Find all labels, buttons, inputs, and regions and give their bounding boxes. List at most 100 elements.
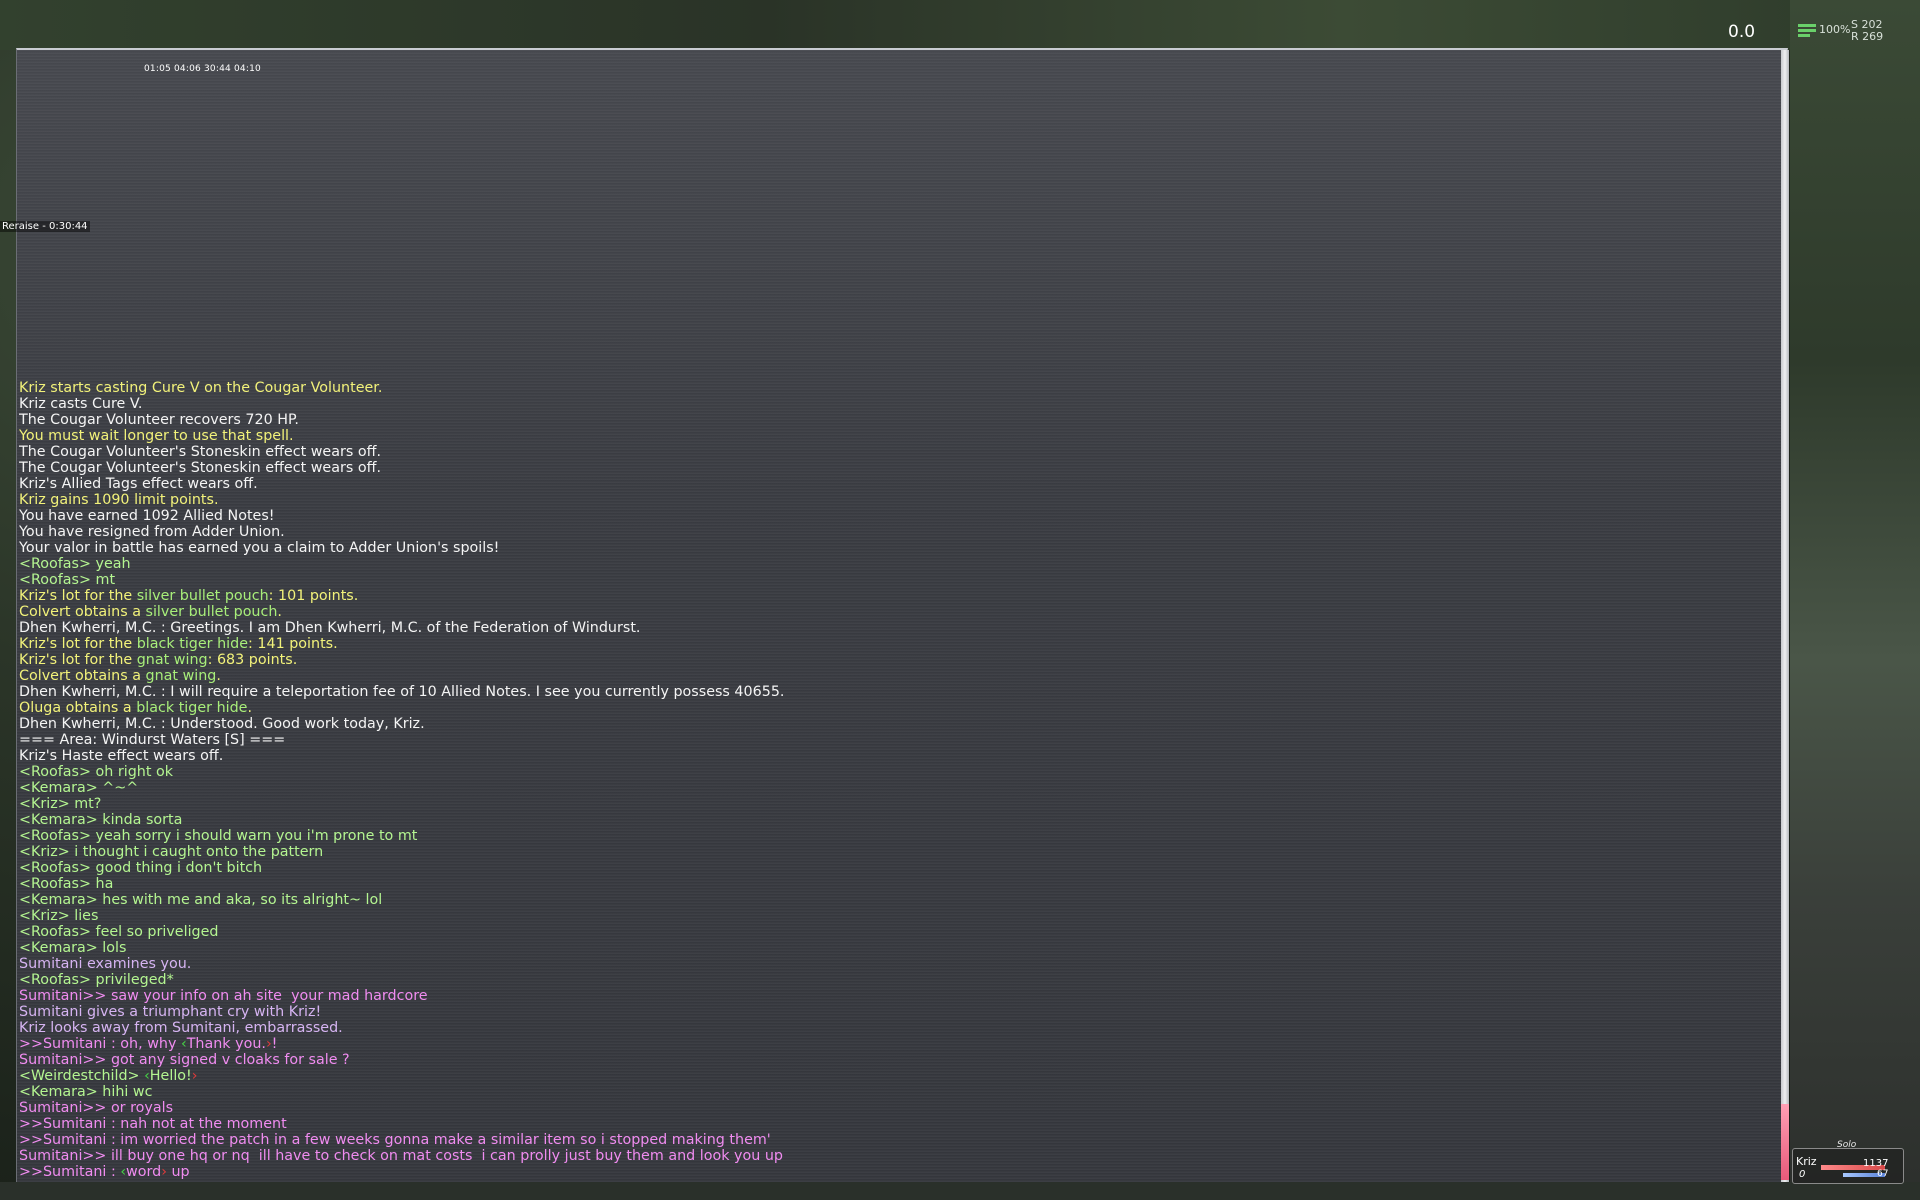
hud-signal: 100%: [1798, 23, 1851, 37]
chat-text: word: [126, 1164, 162, 1180]
chat-line: Kriz looks away from Sumitani, embarrass…: [19, 1020, 1759, 1036]
chat-log-lines: Kriz starts casting Cure V on the Cougar…: [19, 380, 1759, 1180]
chat-text: .: [247, 700, 253, 716]
chat-line: <Kemara> ^~^: [19, 780, 1759, 796]
chat-line: The Cougar Volunteer's Stoneskin effect …: [19, 460, 1759, 476]
chat-text: >>Sumitani : oh, why: [19, 1036, 181, 1052]
chat-text: Kriz's lot for the: [19, 652, 137, 668]
chat-text: >>Sumitani : im worried the patch in a f…: [19, 1132, 771, 1148]
chat-text: Sumitani>> saw your info on ah site your…: [19, 988, 428, 1004]
chat-text: <Kriz> i thought i caught onto the patte…: [19, 844, 324, 860]
chat-text: Kriz's lot for the: [19, 636, 137, 652]
party-member-name: Kriz: [1796, 1155, 1817, 1168]
chat-line: <Kriz> lies: [19, 908, 1759, 924]
hud-target-value: 0.0: [1728, 22, 1756, 42]
chat-line: <Kriz> mt?: [19, 796, 1759, 812]
chat-line: <Roofas> ha: [19, 876, 1759, 892]
chat-line: <Kriz> i thought i caught onto the patte…: [19, 844, 1759, 860]
chat-text: <Weirdestchild>: [19, 1068, 145, 1084]
party-status-panel[interactable]: Solo Kriz 0 1137 67: [1792, 1140, 1904, 1184]
item-name: gnat wing: [145, 668, 217, 684]
chat-text: Sumitani>> or royals: [19, 1100, 174, 1116]
chat-text: : 101 points.: [268, 588, 359, 604]
chat-line: <Roofas> privileged*: [19, 972, 1759, 988]
chat-line: Kriz casts Cure V.: [19, 396, 1759, 412]
chat-line: Colvert obtains a gnat wing.: [19, 668, 1759, 684]
chat-text: Your valor in battle has earned you a cl…: [19, 540, 500, 556]
signal-icon: [1798, 23, 1816, 37]
chat-text: <Kemara> ^~^: [19, 780, 139, 796]
signal-percent: 100%: [1819, 23, 1851, 36]
chat-text: Thank you.: [186, 1036, 266, 1052]
chat-text: <Roofas> oh right ok: [19, 764, 174, 780]
chat-line: Your valor in battle has earned you a cl…: [19, 540, 1759, 556]
chat-line: The Cougar Volunteer recovers 720 HP.: [19, 412, 1759, 428]
chat-line: Sumitani>> saw your info on ah site your…: [19, 988, 1759, 1004]
chat-text: Kriz gains 1090 limit points.: [19, 492, 219, 508]
chat-text: <Roofas> ha: [19, 876, 114, 892]
chat-line: >>Sumitani : nah not at the moment: [19, 1116, 1759, 1132]
coord-r: R 269: [1851, 30, 1884, 43]
chat-text: up: [166, 1164, 190, 1180]
chat-line: Sumitani>> or royals: [19, 1100, 1759, 1116]
background-scene-right: [1790, 0, 1920, 1200]
chat-text: <Kemara> kinda sorta: [19, 812, 183, 828]
chat-text: <Kriz> lies: [19, 908, 99, 924]
chat-line: The Cougar Volunteer's Stoneskin effect …: [19, 444, 1759, 460]
chat-text: The Cougar Volunteer recovers 720 HP.: [19, 412, 299, 428]
hud-coords: S 202 R 269: [1851, 19, 1883, 43]
buff-reraise-timer: Reraise - 0:30:44: [0, 221, 90, 232]
chat-text: Kriz's Allied Tags effect wears off.: [19, 476, 258, 492]
chat-text: !: [271, 1036, 278, 1052]
chat-text: Dhen Kwherri, M.C. : Understood. Good wo…: [19, 716, 425, 732]
chat-line: <Kemara> hihi wc: [19, 1084, 1759, 1100]
chat-text: <Roofas> mt: [19, 572, 116, 588]
chat-text: You have resigned from Adder Union.: [19, 524, 285, 540]
chat-line: <Roofas> mt: [19, 572, 1759, 588]
item-name: silver bullet pouch: [136, 588, 269, 604]
chat-text: <Kemara> hes with me and aka, so its alr…: [19, 892, 383, 908]
chat-text: <Roofas> yeah sorry i should warn you i'…: [19, 828, 418, 844]
chat-text: Sumitani>> got any signed v cloaks for s…: [19, 1052, 350, 1068]
chat-text: <Roofas> good thing i don't bitch: [19, 860, 263, 876]
chat-text: .: [277, 604, 282, 620]
chat-line: >>Sumitani : im worried the patch in a f…: [19, 1132, 1759, 1148]
chat-text: Sumitani>> ill buy one hq or nq ill have…: [19, 1148, 784, 1164]
chat-text: Kriz starts casting Cure V on the Cougar…: [19, 380, 383, 396]
chat-text: Hello!: [149, 1068, 192, 1084]
background-scene-bottom: [0, 1182, 1920, 1200]
chat-line: Dhen Kwherri, M.C. : Understood. Good wo…: [19, 716, 1759, 732]
chat-text: Colvert obtains a: [19, 604, 146, 620]
chat-line: Kriz's lot for the gnat wing: 683 points…: [19, 652, 1759, 668]
chat-line: Kriz's lot for the black tiger hide: 141…: [19, 636, 1759, 652]
chat-line: Sumitani>> got any signed v cloaks for s…: [19, 1052, 1759, 1068]
chat-line: <Roofas> yeah sorry i should warn you i'…: [19, 828, 1759, 844]
chat-line: <Roofas> feel so priveliged: [19, 924, 1759, 940]
chat-scrollbar-thumb[interactable]: [1781, 1104, 1789, 1180]
party-member-tp: 0: [1799, 1169, 1806, 1180]
chat-line: You have resigned from Adder Union.: [19, 524, 1759, 540]
item-name: black tiger hide: [136, 636, 249, 652]
chat-line: Dhen Kwherri, M.C. : Greetings. I am Dhe…: [19, 620, 1759, 636]
chat-line: <Roofas> yeah: [19, 556, 1759, 572]
chat-text: <Roofas> feel so priveliged: [19, 924, 219, 940]
chat-text: Sumitani gives a triumphant cry with Kri…: [19, 1004, 322, 1020]
chat-line: <Weirdestchild> ‹Hello!›: [19, 1068, 1759, 1084]
chat-text: : 683 points.: [207, 652, 298, 668]
chat-text: <Roofas> yeah: [19, 556, 131, 572]
chat-scrollbar[interactable]: [1781, 50, 1789, 1182]
chat-line: Dhen Kwherri, M.C. : I will require a te…: [19, 684, 1759, 700]
chat-line: Sumitani gives a triumphant cry with Kri…: [19, 1004, 1759, 1020]
chat-line: Kriz gains 1090 limit points.: [19, 492, 1759, 508]
chat-text: Kriz casts Cure V.: [19, 396, 143, 412]
item-name: black tiger hide: [136, 700, 248, 716]
party-member-hp: 1137: [1863, 1158, 1889, 1169]
chat-text: : 141 points.: [248, 636, 338, 652]
chat-line: <Kemara> hes with me and aka, so its alr…: [19, 892, 1759, 908]
chat-text: ›: [191, 1068, 198, 1084]
chat-text: <Kemara> hihi wc: [19, 1084, 153, 1100]
chat-text: The Cougar Volunteer's Stoneskin effect …: [19, 444, 382, 460]
background-scene-top: [0, 0, 1920, 50]
chat-line: <Kemara> kinda sorta: [19, 812, 1759, 828]
item-name: silver bullet pouch: [145, 604, 278, 620]
